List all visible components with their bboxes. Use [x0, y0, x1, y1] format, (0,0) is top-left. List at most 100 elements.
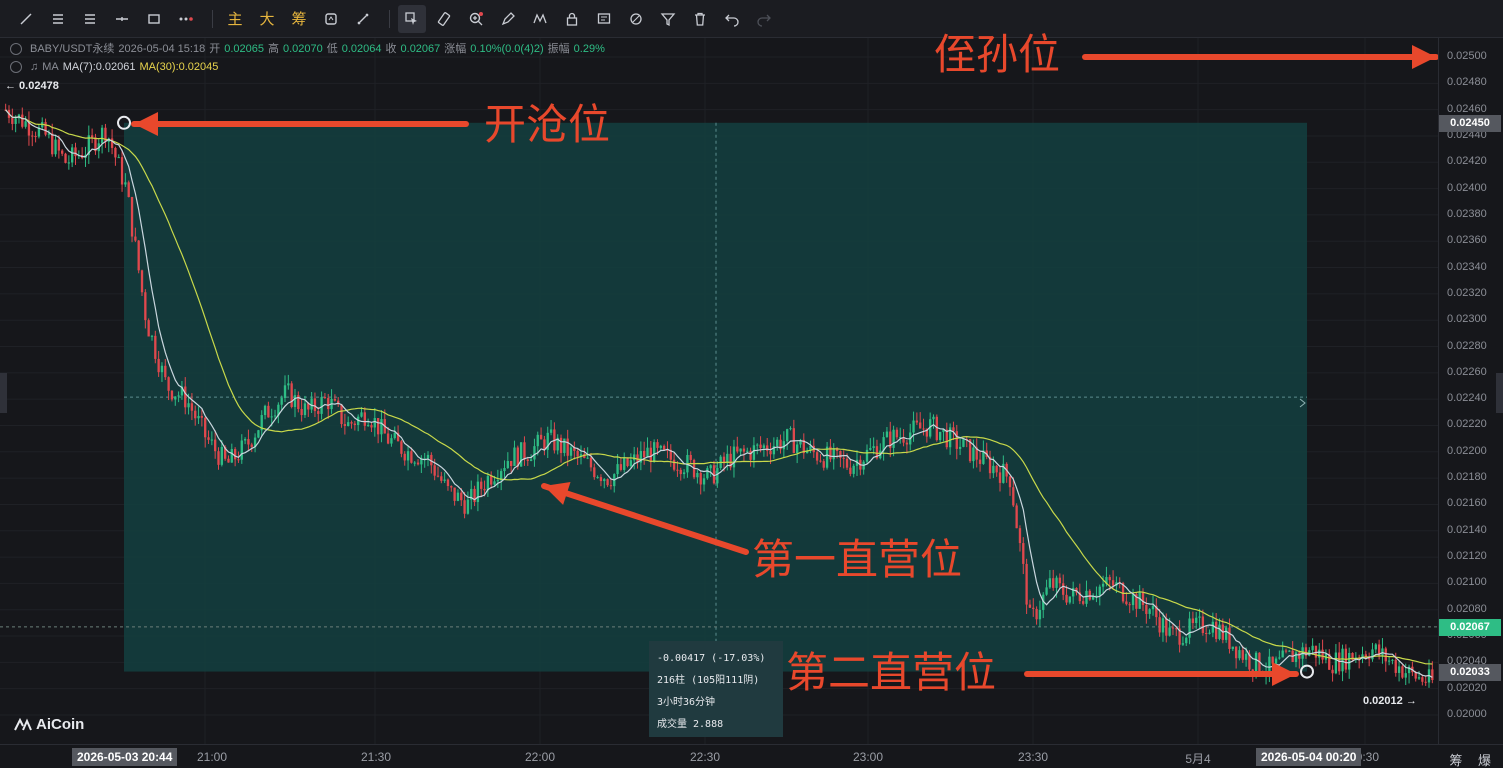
candle-body [426, 454, 430, 459]
legend-datetime: 2026-05-04 15:18 [118, 43, 206, 55]
candle-body [90, 135, 94, 138]
candle-body [1168, 627, 1171, 636]
candle-body [599, 477, 603, 482]
chips-button[interactable]: 筹 [285, 5, 313, 33]
candle-body [1241, 650, 1244, 660]
candle-body [287, 383, 290, 386]
redo-icon[interactable] [750, 5, 778, 33]
ruler-icon[interactable] [430, 5, 458, 33]
more-shapes-icon[interactable] [172, 5, 200, 33]
candle-body [549, 429, 553, 433]
time-axis[interactable]: 00:30 5月4 23:30 23:00 22:30 22:00 21:30 21:00 2… [0, 744, 1503, 768]
price-tick: 0.02000 [1447, 708, 1487, 720]
candle-body [1125, 601, 1128, 605]
candle-body [370, 425, 373, 428]
candle-body [1191, 618, 1195, 624]
candle-body [1052, 578, 1055, 588]
big-order-button[interactable]: 大 [253, 5, 281, 33]
text-note-icon[interactable] [590, 5, 618, 33]
candle-body [160, 365, 164, 373]
ma-label[interactable]: MA [42, 58, 59, 76]
candle-body [350, 422, 353, 424]
magnet-icon[interactable] [317, 5, 345, 33]
measure-change: -0.00417 (-17.03%) [657, 653, 766, 664]
candle-body [533, 446, 536, 460]
candle-body [596, 477, 599, 479]
candle-body [1088, 590, 1091, 600]
candle-body [623, 458, 626, 470]
candle-body [453, 487, 456, 501]
collapse-icon[interactable] [10, 43, 22, 55]
candle-body [14, 118, 17, 124]
price-tick: 0.02120 [1447, 550, 1487, 563]
candle-body [626, 458, 629, 467]
zoom-in-icon[interactable] [462, 5, 490, 33]
candle-body [1138, 592, 1141, 609]
pen-icon[interactable] [494, 5, 522, 33]
axis-buttons[interactable]: 筹 爆 [1449, 750, 1497, 768]
candle-body [1404, 673, 1407, 678]
candle-body [300, 409, 303, 416]
candle-body [283, 385, 287, 398]
time-tick: 22:30 [689, 750, 721, 764]
candle-body [343, 424, 347, 426]
rectangle-icon[interactable] [140, 5, 168, 33]
bell-icon[interactable]: ♫ [30, 58, 38, 76]
ma30-value: MA(30):0.02045 [139, 61, 219, 73]
candle-body [237, 459, 240, 461]
parallel-lines-icon[interactable] [76, 5, 104, 33]
candle-body [776, 439, 779, 446]
horizontal-lines-icon[interactable] [44, 5, 72, 33]
lock-icon[interactable] [558, 5, 586, 33]
undo-icon[interactable] [718, 5, 746, 33]
candle-body [1218, 624, 1221, 639]
candle-body [1148, 609, 1151, 614]
filter-icon[interactable] [654, 5, 682, 33]
candle-body [390, 438, 393, 444]
open-label: 开 [209, 43, 221, 55]
measure-icon[interactable] [349, 5, 377, 33]
candle-body [589, 457, 593, 468]
candle-body [1035, 608, 1038, 620]
candle-body [243, 439, 247, 441]
rect-bottom-price-tag: 0.02033 [1439, 663, 1501, 681]
candle-body [1274, 658, 1278, 664]
pattern-icon[interactable] [526, 5, 554, 33]
candle-body [702, 478, 706, 485]
candle-body [187, 403, 190, 408]
trend-line-icon[interactable] [12, 5, 40, 33]
price-tick: 0.02320 [1447, 286, 1487, 299]
candle-body [1244, 653, 1248, 660]
candle-body [1231, 646, 1234, 649]
candle-body [144, 292, 147, 321]
candle-body [446, 479, 450, 487]
cursor-select-icon[interactable] [398, 4, 426, 33]
candle-body [204, 417, 207, 438]
collapse-icon[interactable] [10, 61, 22, 73]
candle-body [529, 459, 533, 461]
candle-body [938, 431, 942, 441]
candle-body [819, 460, 822, 462]
candlestick-chart[interactable] [0, 38, 1438, 744]
candle-body [1055, 577, 1058, 588]
ray-icon[interactable] [108, 5, 136, 33]
candle-body [190, 403, 194, 411]
main-indicator-button[interactable]: 主 [221, 5, 249, 33]
candle-body [1341, 648, 1344, 672]
trash-icon[interactable] [686, 5, 714, 33]
link-icon[interactable] [622, 5, 650, 33]
candle-body [978, 459, 982, 464]
candle-body [1038, 609, 1042, 620]
candle-body [892, 429, 895, 448]
candle-body [1281, 650, 1284, 658]
left-panel-toggle[interactable] [0, 373, 7, 413]
right-panel-toggle[interactable] [1496, 373, 1503, 413]
candle-body [1018, 528, 1022, 544]
candle-body [1015, 505, 1018, 529]
price-tick: 0.02360 [1447, 234, 1487, 247]
candle-body [569, 447, 573, 456]
price-axis[interactable]: 0.02500 0.02480 0.02460 0.02440 0.02420 0.024… [1438, 38, 1503, 744]
candle-body [327, 398, 330, 410]
candle-body [267, 405, 270, 418]
candle-body [789, 428, 792, 430]
